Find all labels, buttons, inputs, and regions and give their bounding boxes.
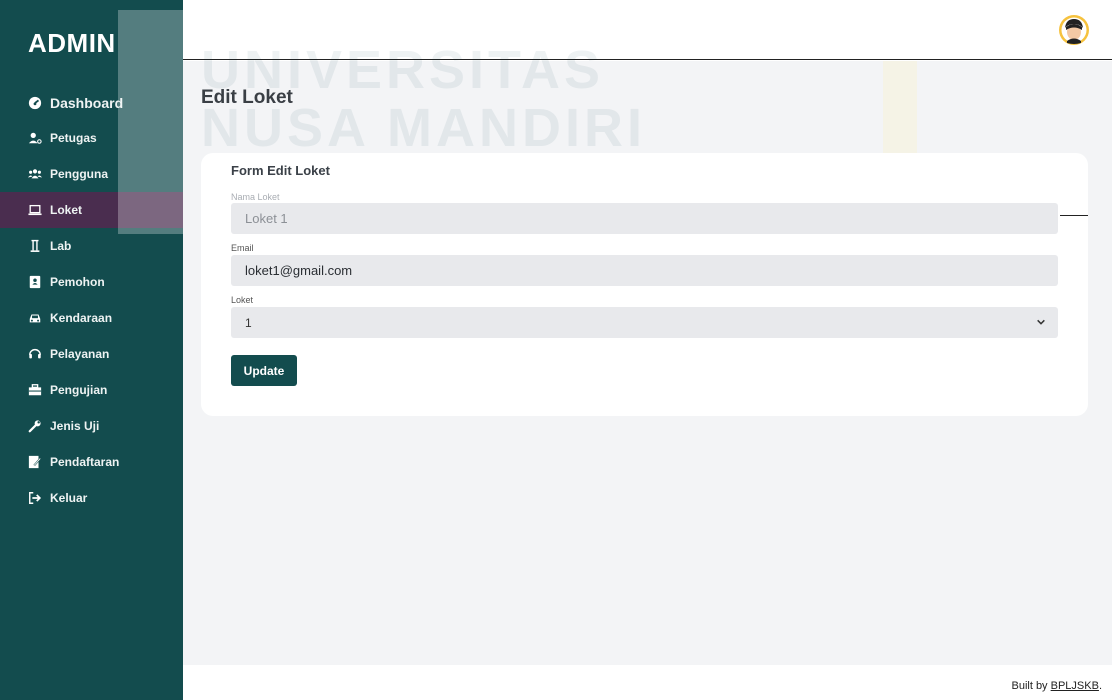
update-button[interactable]: Update [231, 355, 297, 386]
sidebar-item-label: Pengguna [50, 167, 109, 181]
sign-out-icon [28, 491, 42, 505]
email-field[interactable]: loket1@gmail.com [231, 255, 1058, 286]
chevron-down-icon [1036, 316, 1046, 330]
footer-link[interactable]: BPLJSKB [1051, 680, 1099, 692]
loket-select-value: 1 [245, 315, 252, 330]
footer: Built by BPLJSKB. [1011, 680, 1102, 692]
users-icon [28, 167, 42, 181]
sidebar-item-pelayanan[interactable]: Pelayanan [0, 336, 183, 372]
sidebar-item-label: Pemohon [50, 275, 105, 289]
brand-title: ADMIN [28, 28, 116, 58]
form-card: Form Edit Loket Nama Loket Loket 1 Email… [201, 153, 1088, 416]
wrench-icon [28, 419, 42, 433]
gauge-icon [28, 96, 42, 110]
watermark-band [118, 10, 183, 234]
car-icon [28, 311, 42, 325]
sidebar-item-label: Kendaraan [50, 311, 113, 325]
laptop-icon [28, 203, 42, 217]
sidebar-item-label: Dashboard [50, 95, 124, 111]
main-content: UNIVERSITAS NUSA MANDIRI Edit Loket Form… [183, 40, 1112, 665]
sidebar-item-label: Jenis Uji [50, 419, 100, 433]
sidebar: ADMIN Dashboard Petugas Pengguna Loket L… [0, 0, 183, 700]
sidebar-item-pemohon[interactable]: Pemohon [0, 264, 183, 300]
watermark-line-fragment [1060, 215, 1088, 216]
signature-icon [28, 455, 42, 469]
sidebar-item-label: Pengujian [50, 383, 108, 397]
toolbox-icon [28, 383, 42, 397]
sidebar-item-keluar[interactable]: Keluar [0, 480, 183, 516]
sidebar-item-label: Pelayanan [50, 347, 110, 361]
form-title: Form Edit Loket [231, 163, 330, 178]
headset-icon [28, 347, 42, 361]
email-label: Email [231, 243, 254, 253]
topbar [183, 0, 1112, 60]
sidebar-item-pendaftaran[interactable]: Pendaftaran [0, 444, 183, 480]
user-avatar-icon[interactable] [1058, 14, 1090, 46]
flask-icon [28, 239, 42, 253]
address-book-icon [28, 275, 42, 289]
loket-select[interactable]: 1 [231, 307, 1058, 338]
user-tie-icon [28, 131, 42, 145]
sidebar-item-label: Petugas [50, 131, 97, 145]
sidebar-item-label: Loket [50, 203, 83, 217]
loket-label: Loket [231, 295, 254, 305]
sidebar-item-label: Keluar [50, 491, 88, 505]
sidebar-item-pengujian[interactable]: Pengujian [0, 372, 183, 408]
sidebar-item-label: Pendaftaran [50, 455, 120, 469]
footer-suffix: . [1098, 680, 1102, 692]
footer-prefix: Built by [1011, 680, 1051, 692]
sidebar-item-kendaraan[interactable]: Kendaraan [0, 300, 183, 336]
nama-loket-label: Nama Loket [231, 192, 280, 202]
sidebar-item-jenis-uji[interactable]: Jenis Uji [0, 408, 183, 444]
nama-loket-field: Loket 1 [231, 203, 1058, 234]
sidebar-item-label: Lab [50, 239, 72, 253]
page-title: Edit Loket [201, 87, 293, 108]
